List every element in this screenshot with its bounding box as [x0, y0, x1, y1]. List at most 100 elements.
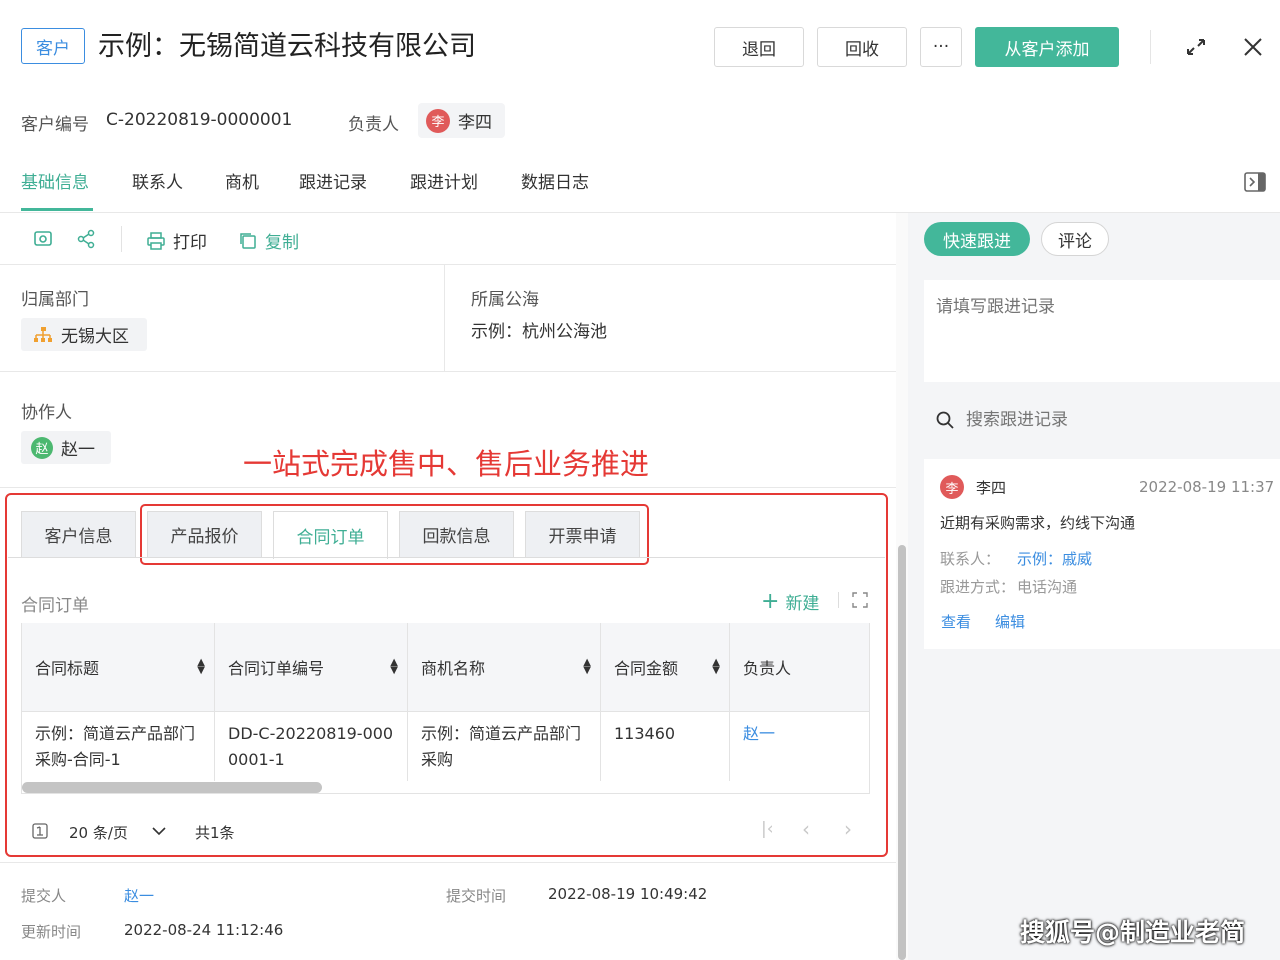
- column-header-order-no[interactable]: 合同订单编号 ▲ ▼: [215, 623, 408, 711]
- section-divider: [838, 592, 839, 608]
- record-content: 近期有采购需求，约线下沟通: [940, 514, 1136, 532]
- search-input[interactable]: [966, 410, 1246, 430]
- dept-label: 归属部门: [21, 290, 89, 310]
- active-tab-indicator: [21, 208, 93, 211]
- table-cell-opportunity[interactable]: 示例：简道云产品部门采购: [408, 711, 601, 781]
- page-title: 示例：无锡简道云科技有限公司: [98, 31, 476, 62]
- add-from-customer-button[interactable]: 从客户添加: [975, 27, 1119, 67]
- close-icon[interactable]: [1242, 36, 1264, 58]
- avatar: 赵: [31, 436, 53, 459]
- main-scrollbar[interactable]: [898, 545, 906, 960]
- avatar: 李: [426, 108, 450, 133]
- field-column-divider: [444, 265, 445, 371]
- next-page-icon[interactable]: ›: [844, 817, 852, 841]
- share-icon[interactable]: [76, 229, 96, 249]
- tab-basic-info[interactable]: 基础信息: [21, 168, 89, 193]
- collab-chip[interactable]: 赵 赵一: [21, 431, 111, 464]
- print-button[interactable]: 打印: [146, 228, 207, 253]
- copy-button[interactable]: 复制: [238, 228, 299, 253]
- column-header-opportunity[interactable]: 商机名称 ▲ ▼: [408, 623, 601, 711]
- search-follow-box[interactable]: [924, 402, 1280, 438]
- tab-contacts[interactable]: 联系人: [132, 168, 183, 193]
- sort-icon[interactable]: ▲ ▼: [583, 658, 591, 676]
- view-link[interactable]: 查看: [941, 611, 971, 632]
- subtab-contract-order[interactable]: 合同订单: [273, 511, 388, 559]
- section-title: 合同订单: [21, 596, 89, 616]
- more-button[interactable]: ···: [920, 27, 962, 67]
- quick-follow-button[interactable]: 快速跟进: [924, 222, 1030, 256]
- submit-time-label: 提交时间: [446, 887, 507, 905]
- first-page-icon[interactable]: |‹: [761, 819, 774, 839]
- new-label: 新建: [785, 594, 820, 614]
- submitter-value[interactable]: 赵一: [124, 885, 154, 906]
- owner-name: 李四: [458, 113, 492, 133]
- plus-icon: +: [761, 588, 780, 614]
- search-icon: [936, 411, 954, 429]
- avatar: 李: [940, 475, 964, 499]
- record-time: 2022-08-19 11:37: [1139, 478, 1275, 496]
- pool-label: 所属公海: [471, 290, 539, 310]
- page-info-icon: [32, 823, 48, 839]
- contact-value[interactable]: 示例：戚威: [1017, 548, 1092, 569]
- header-divider: [1150, 30, 1151, 64]
- contact-label: 联系人：: [940, 550, 1001, 568]
- customer-no-label: 客户编号: [21, 115, 89, 135]
- fullscreen-icon[interactable]: [852, 592, 868, 608]
- edit-link[interactable]: 编辑: [995, 611, 1025, 632]
- subtab-divider: [8, 557, 885, 558]
- copy-icon: [240, 232, 256, 249]
- total-count: 共1条: [195, 824, 235, 842]
- prev-page-icon[interactable]: ‹: [802, 817, 810, 841]
- printer-icon: [147, 231, 165, 250]
- submit-time-value: 2022-08-19 10:49:42: [548, 885, 708, 903]
- table-cell-owner[interactable]: 赵一: [730, 711, 869, 781]
- pool-value: 示例：杭州公海池: [471, 322, 607, 342]
- table-cell-title[interactable]: 示例：简道云产品部门采购-合同-1: [22, 711, 215, 781]
- tab-data-log[interactable]: 数据日志: [521, 168, 589, 193]
- method-label: 跟进方式：: [940, 578, 1016, 596]
- collab-divider: [0, 487, 896, 488]
- tab-follow-records[interactable]: 跟进记录: [299, 168, 367, 193]
- table-scrollbar[interactable]: [22, 782, 322, 793]
- new-button[interactable]: + 新建: [761, 589, 819, 614]
- fields-divider: [0, 371, 896, 372]
- expand-icon[interactable]: [1184, 36, 1208, 58]
- recycle-button[interactable]: 回收: [817, 27, 907, 67]
- footer-divider: [0, 862, 896, 863]
- method-value: 电话沟通: [1017, 578, 1078, 596]
- collapse-panel-icon[interactable]: [1244, 172, 1266, 192]
- sort-icon[interactable]: ▲ ▼: [197, 658, 205, 676]
- dept-chip[interactable]: 无锡大区: [21, 318, 147, 351]
- sort-icon[interactable]: ▲ ▼: [390, 658, 398, 676]
- preview-icon[interactable]: [33, 229, 53, 249]
- subtab-product-quote[interactable]: 产品报价: [147, 511, 262, 557]
- return-button[interactable]: 退回: [714, 27, 804, 67]
- customer-tag: 客户: [21, 28, 85, 64]
- table-cell-order-no[interactable]: DD-C-20220819-0000001-1: [215, 711, 408, 781]
- subtab-payment-info[interactable]: 回款信息: [399, 511, 514, 557]
- submitter-label: 提交人: [21, 887, 67, 905]
- annotation-text: 一站式完成售中、售后业务推进: [243, 447, 650, 481]
- tab-opportunities[interactable]: 商机: [225, 168, 259, 193]
- sort-icon[interactable]: ▲ ▼: [712, 658, 720, 676]
- comment-button[interactable]: 评论: [1041, 222, 1109, 256]
- subtab-invoice-request[interactable]: 开票申请: [525, 511, 640, 557]
- follow-record-card: 李 李四 2022-08-19 11:37 近期有采购需求，约线下沟通 联系人：…: [924, 459, 1280, 649]
- subtab-customer-info[interactable]: 客户信息: [21, 511, 136, 557]
- print-label: 打印: [173, 233, 207, 253]
- collab-name: 赵一: [61, 440, 95, 460]
- owner-chip[interactable]: 李 李四: [418, 103, 505, 138]
- collab-label: 协作人: [21, 403, 72, 423]
- follow-record-input[interactable]: [924, 280, 1280, 382]
- toolbar-divider: [121, 226, 122, 252]
- column-header-amount[interactable]: 合同金额 ▲ ▼: [601, 623, 730, 711]
- toolbar-bottom-divider: [0, 264, 896, 265]
- column-header-contract-title[interactable]: 合同标题 ▲ ▼: [22, 623, 215, 711]
- source-watermark: 搜狐号@制造业老简: [1020, 918, 1246, 947]
- owner-label: 负责人: [348, 115, 399, 135]
- chevron-down-icon[interactable]: [152, 826, 166, 836]
- customer-no-value: C-20220819-0000001: [106, 110, 293, 130]
- tab-follow-plans[interactable]: 跟进计划: [410, 168, 478, 193]
- record-author: 李四: [976, 478, 1007, 497]
- page-size[interactable]: 20 条/页: [69, 822, 128, 843]
